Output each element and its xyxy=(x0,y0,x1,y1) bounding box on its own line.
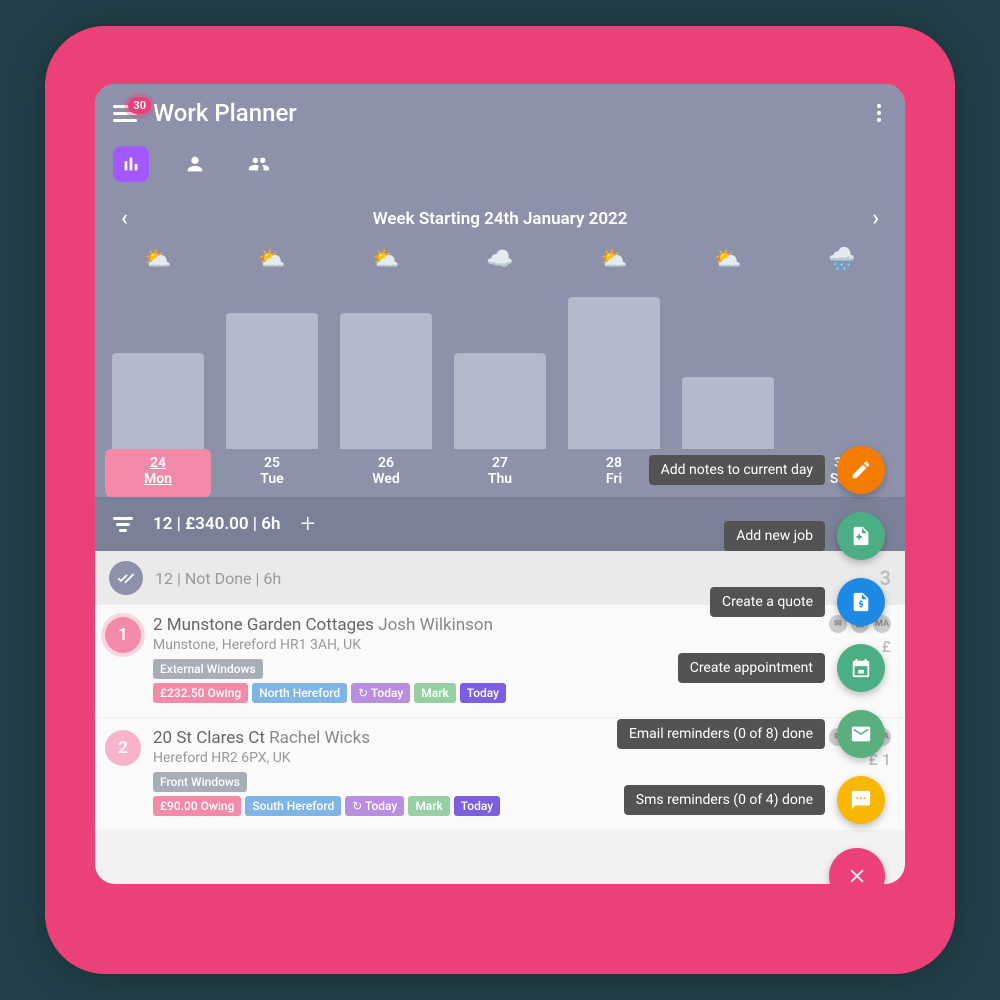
more-menu-button[interactable] xyxy=(871,98,887,128)
day-label[interactable]: 27Thu xyxy=(447,449,553,497)
owing-tag: £90.00 Owing xyxy=(153,796,241,816)
email-reminders-fab[interactable] xyxy=(837,710,885,758)
job-number-badge: 2 xyxy=(105,730,141,766)
summary-text: 12 | £340.00 | 6h xyxy=(153,514,280,534)
section-label: 12 | Not Done | 6h xyxy=(155,569,281,588)
filter-button[interactable] xyxy=(113,517,133,532)
workload-bar xyxy=(568,297,659,449)
area-tag: North Hereford xyxy=(252,683,347,703)
day-label[interactable]: 25Tue xyxy=(219,449,325,497)
notification-badge: 30 xyxy=(128,97,151,114)
app-header: 30 Work Planner xyxy=(95,84,905,142)
fab-tooltip-notes: Add notes to current day xyxy=(649,455,825,485)
today-tag: Today xyxy=(460,683,506,703)
week-navigator: ‹ Week Starting 24th January 2022 › xyxy=(95,196,905,243)
weather-icon: ⛅ xyxy=(144,247,171,279)
work-planner-app: 30 Work Planner ‹ Week Starting 24th Jan… xyxy=(95,84,905,884)
day-label[interactable]: 26Wed xyxy=(333,449,439,497)
fab-tooltip-appt: Create appointment xyxy=(678,653,825,683)
weather-icon: ⛅ xyxy=(600,247,627,279)
close-fab-menu[interactable] xyxy=(829,848,885,884)
recurring-tag: ↻ Today xyxy=(351,683,410,703)
next-week-button[interactable]: › xyxy=(864,202,887,235)
area-tag: South Hereford xyxy=(245,796,341,816)
day-column-tue[interactable]: ⛅ 25Tue xyxy=(215,243,329,497)
weather-icon: ☁️ xyxy=(486,247,513,279)
team-view-icon[interactable] xyxy=(241,146,277,182)
double-check-icon[interactable] xyxy=(109,561,143,595)
service-tag: Front Windows xyxy=(153,772,247,792)
add-job-fab[interactable] xyxy=(837,512,885,560)
day-column-wed[interactable]: ⛅ 26Wed xyxy=(329,243,443,497)
fab-tooltip-email: Email reminders (0 of 8) done xyxy=(617,719,825,749)
add-button[interactable]: + xyxy=(300,509,315,539)
add-notes-fab[interactable] xyxy=(837,446,885,494)
day-column-mon[interactable]: ⛅ 24Mon xyxy=(101,243,215,497)
weather-icon: ⛅ xyxy=(372,247,399,279)
page-title: Work Planner xyxy=(153,99,297,127)
create-quote-fab[interactable] xyxy=(837,578,885,626)
view-switcher xyxy=(95,142,905,196)
service-tag: External Windows xyxy=(153,659,263,679)
mark-tag: Mark xyxy=(414,683,455,703)
fab-menu: Add notes to current day Add new job Cre… xyxy=(617,446,885,884)
workload-bar xyxy=(340,313,431,449)
recurring-tag: ↻ Today xyxy=(345,796,404,816)
workload-bar xyxy=(454,353,545,449)
job-number-badge: 1 xyxy=(105,617,141,653)
workload-bar xyxy=(112,353,203,449)
today-tag: Today xyxy=(454,796,500,816)
day-column-thu[interactable]: ☁️ 27Thu xyxy=(443,243,557,497)
week-label: Week Starting 24th January 2022 xyxy=(373,209,628,229)
chart-view-icon[interactable] xyxy=(113,146,149,182)
weather-icon: 🌧️ xyxy=(828,247,855,279)
menu-button[interactable]: 30 xyxy=(113,105,137,122)
fab-tooltip-quote: Create a quote xyxy=(710,587,825,617)
sms-reminders-fab[interactable] xyxy=(837,776,885,824)
weather-icon: ⛅ xyxy=(714,247,741,279)
create-appointment-fab[interactable] xyxy=(837,644,885,692)
fab-tooltip-job: Add new job xyxy=(724,521,825,551)
prev-week-button[interactable]: ‹ xyxy=(113,202,136,235)
day-label[interactable]: 24Mon xyxy=(105,449,211,497)
workload-bar xyxy=(682,377,773,449)
workload-bar xyxy=(226,313,317,449)
owing-tag: £232.50 Owing xyxy=(153,683,248,703)
mark-tag: Mark xyxy=(408,796,449,816)
person-view-icon[interactable] xyxy=(177,146,213,182)
fab-tooltip-sms: Sms reminders (0 of 4) done xyxy=(624,785,825,815)
weather-icon: ⛅ xyxy=(258,247,285,279)
